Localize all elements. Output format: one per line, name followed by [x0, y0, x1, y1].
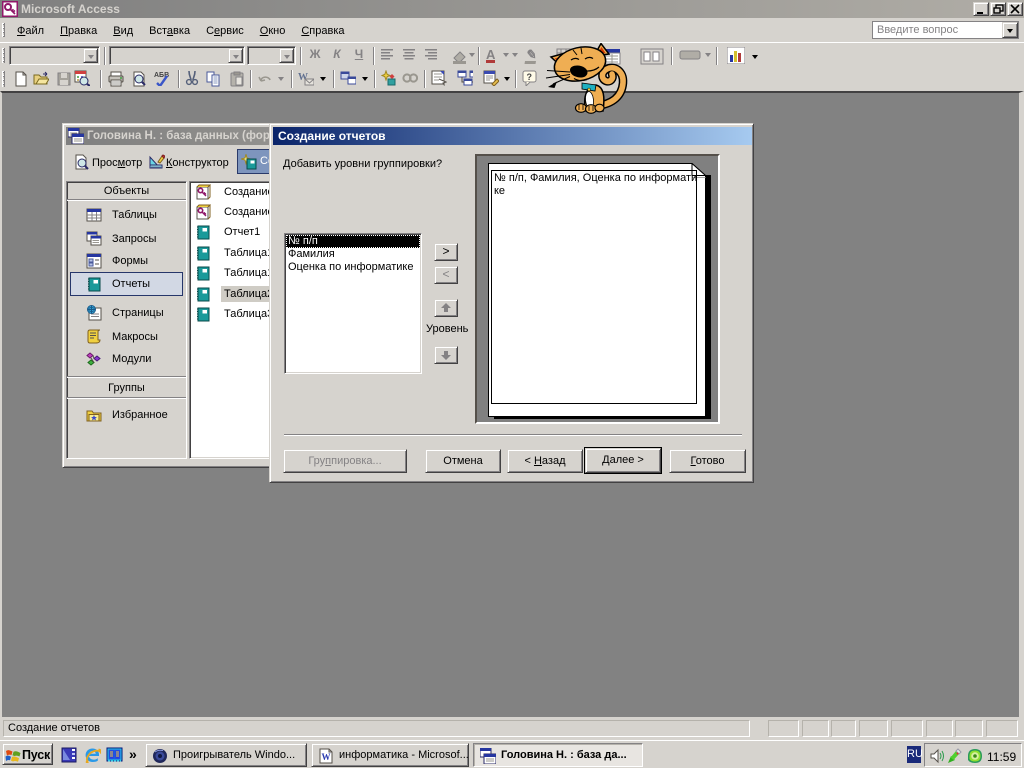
svg-text:?: ? [527, 72, 533, 82]
svg-text:W: W [322, 752, 331, 762]
